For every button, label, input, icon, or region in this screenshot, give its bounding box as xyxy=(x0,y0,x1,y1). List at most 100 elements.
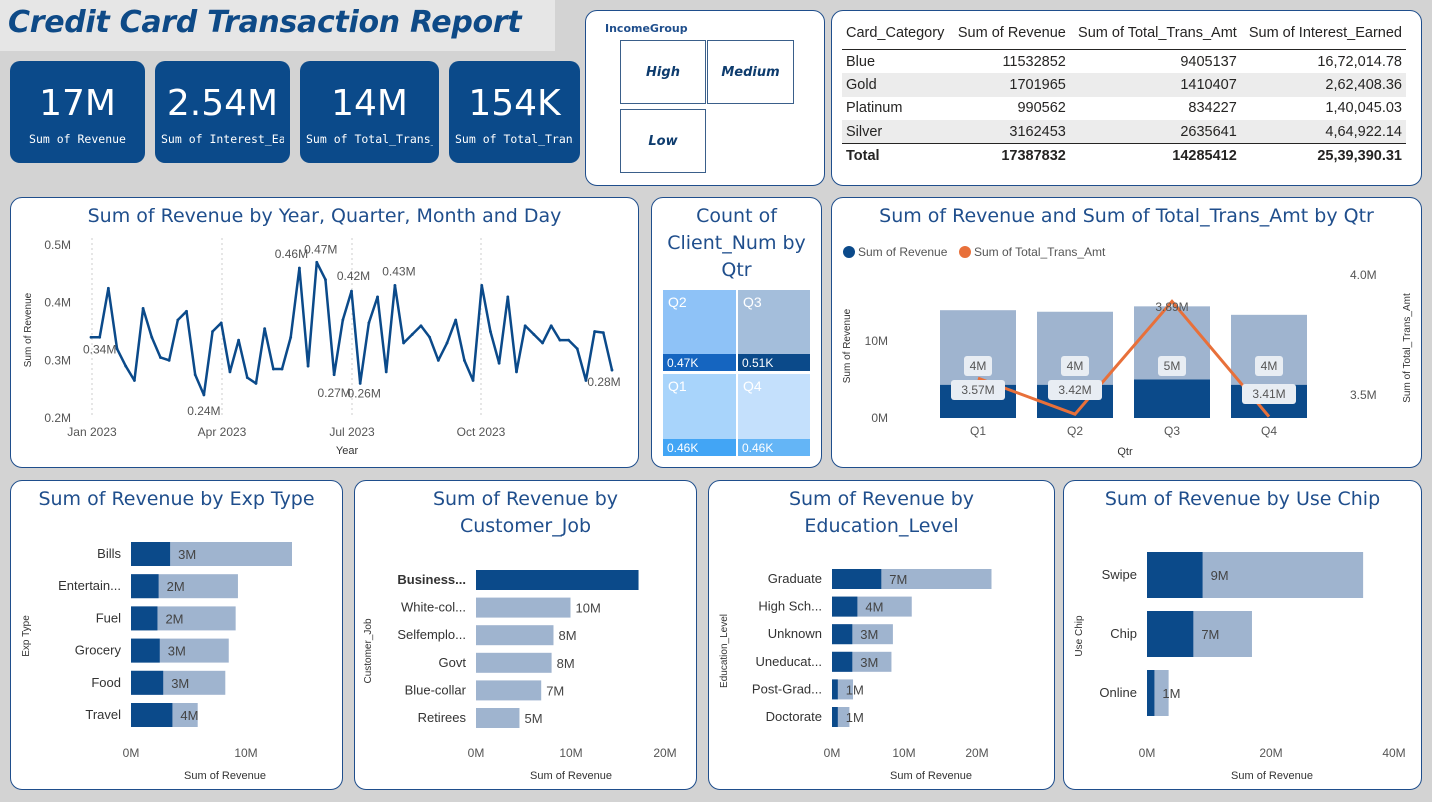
line-point xyxy=(315,260,319,264)
x-tick-label: Q2 xyxy=(1067,424,1083,438)
bar xyxy=(1147,611,1194,657)
line-point xyxy=(350,289,353,293)
customer-job-panel: Sum of Revenue by Customer_Job 0M 10M 20M S… xyxy=(354,480,697,790)
cell: 1701965 xyxy=(950,73,1070,97)
kpi-card-interest[interactable]: 2.54M Sum of Interest_Earned xyxy=(155,61,290,163)
x-tick-label: 0M xyxy=(1139,746,1156,760)
data-label: 4M xyxy=(865,600,883,615)
customer-job-chart[interactable]: 0M 10M 20M Sum of Revenue Customer_Job Busine… xyxy=(355,481,697,790)
data-label: 1M xyxy=(846,682,864,697)
bar xyxy=(832,624,853,645)
bar-background xyxy=(476,570,639,590)
table-row[interactable]: Silver 3162453 2635641 4,64,922.14 xyxy=(842,120,1406,144)
combo-chart[interactable]: Sum of Revenue Sum of Total_Trans_Amt 0M 10… xyxy=(832,198,1422,468)
revenue-bar xyxy=(1134,379,1210,418)
treemap-chart[interactable]: Q2 0.47K Q3 0.51K Q1 0.46K Q4 0.46K xyxy=(652,198,822,468)
data-label: 3M xyxy=(168,644,186,659)
line-point xyxy=(489,330,492,333)
total-row: Total 17387832 14285412 25,39,390.31 xyxy=(842,143,1406,167)
kpi-value: 14M xyxy=(331,83,408,124)
category-label: High Sch... xyxy=(758,599,822,614)
education-chart[interactable]: 0M 10M 20M Sum of Revenue Education_Level Gra… xyxy=(709,481,1055,790)
data-label: 17M xyxy=(644,573,669,588)
x-axis-title: Sum of Revenue xyxy=(1231,770,1313,782)
y2-tick-label: 3.5M xyxy=(1350,388,1377,402)
table-row[interactable]: Platinum 990562 834227 1,40,045.03 xyxy=(842,97,1406,121)
treemap-value: 0.46K xyxy=(667,441,698,455)
line-point xyxy=(610,368,614,372)
line-point xyxy=(454,318,458,322)
use-chip-panel: Sum of Revenue by Use Chip 0M 20M 40M Sum o… xyxy=(1063,480,1422,790)
line-point xyxy=(532,332,536,336)
kpi-card-trans-ct[interactable]: 154K Sum of Total_Trans_Ct xyxy=(449,61,580,163)
category-label: Blue-collar xyxy=(405,682,467,697)
category-label: Post-Grad... xyxy=(752,681,822,696)
data-label: 7M xyxy=(889,572,907,587)
line-point xyxy=(228,370,232,374)
line-point xyxy=(523,324,527,328)
cell: 1,40,045.03 xyxy=(1325,100,1402,117)
line-point xyxy=(445,341,449,345)
table-row[interactable]: Gold 1701965 1410407 2,62,408.36 xyxy=(842,73,1406,97)
x-axis-title: Year xyxy=(336,445,359,457)
cell: 2635641 xyxy=(1069,120,1241,144)
table-row[interactable]: Blue 11532852 9405137 16,72,014.78 xyxy=(842,50,1406,74)
category-label: Bills xyxy=(97,546,121,561)
kpi-value: 2.54M xyxy=(166,83,279,124)
category-label: Graduate xyxy=(768,571,822,586)
line-point xyxy=(549,324,553,328)
use-chip-chart[interactable]: 0M 20M 40M Sum of Revenue Use Chip Swipe 9M Chi… xyxy=(1064,481,1422,790)
cell: 17387832 xyxy=(950,143,1070,167)
y-tick-label: 0.5M xyxy=(44,238,71,252)
category-label: Food xyxy=(91,675,121,690)
line-chart[interactable]: 0.2M 0.3M 0.4M 0.5M Jan 2023 Apr 2023 Jul 2023… xyxy=(11,198,639,468)
col-header[interactable]: Sum of Revenue xyxy=(950,23,1070,50)
slicer-option-medium[interactable]: Medium xyxy=(707,40,794,104)
slicer-title: IncomeGroup xyxy=(605,22,688,35)
category-label: Chip xyxy=(1110,626,1137,641)
category-label: Travel xyxy=(85,707,121,722)
cell: Gold xyxy=(842,73,951,97)
col-header[interactable]: Sum of Total_Trans_Amt xyxy=(1069,23,1241,50)
kpi-card-revenue[interactable]: 17M Sum of Revenue xyxy=(10,61,145,163)
report-title-box: Credit Card Transaction Report xyxy=(0,0,555,51)
slicer-option-high[interactable]: High xyxy=(620,40,706,104)
line-point xyxy=(150,335,154,339)
y-tick-label: 0.4M xyxy=(44,296,71,310)
col-header[interactable]: Card_Category xyxy=(842,23,951,50)
line-point xyxy=(367,321,371,325)
data-label: 3.42M xyxy=(1058,383,1091,397)
data-label: 2M xyxy=(167,579,185,594)
data-label: 8M xyxy=(558,628,576,643)
y-tick-label: 0.2M xyxy=(44,411,71,425)
data-label: 2M xyxy=(165,611,183,626)
x-tick-label: Jul 2023 xyxy=(329,425,375,439)
exp-type-chart[interactable]: 0M 10M Sum of Revenue Exp Type Bills 3M Entert… xyxy=(11,481,343,790)
matrix-table: Card_Category Sum of Revenue Sum of Tota… xyxy=(842,23,1406,167)
kpi-card-trans-amt[interactable]: 14M Sum of Total_Trans_Amt xyxy=(300,61,439,163)
category-label: Selfemplo... xyxy=(397,627,466,642)
x-tick-label: 0M xyxy=(824,746,841,760)
line-point xyxy=(393,283,397,287)
line-point xyxy=(462,358,466,362)
slicer-option-low[interactable]: Low xyxy=(620,109,706,173)
bar xyxy=(1147,552,1203,598)
line-point xyxy=(202,393,206,397)
x-tick-label: 0M xyxy=(123,746,140,760)
x-tick-label: 10M xyxy=(234,746,257,760)
bar xyxy=(131,670,164,695)
data-label: 4M xyxy=(1261,359,1278,373)
bar xyxy=(832,651,853,672)
y-tick-label: 10M xyxy=(865,334,888,348)
col-header[interactable]: Sum of Interest_Earned xyxy=(1240,23,1406,50)
trans-amt-line xyxy=(977,299,1271,418)
line-point xyxy=(358,382,362,385)
line-point xyxy=(167,358,171,362)
line-point xyxy=(219,321,223,325)
line-point xyxy=(106,286,110,290)
x-axis-title: Sum of Revenue xyxy=(184,770,266,782)
cell: 11532852 xyxy=(1002,53,1066,70)
line-point xyxy=(124,364,128,368)
data-label: 0.26M xyxy=(348,386,381,400)
bar-background xyxy=(476,625,554,646)
